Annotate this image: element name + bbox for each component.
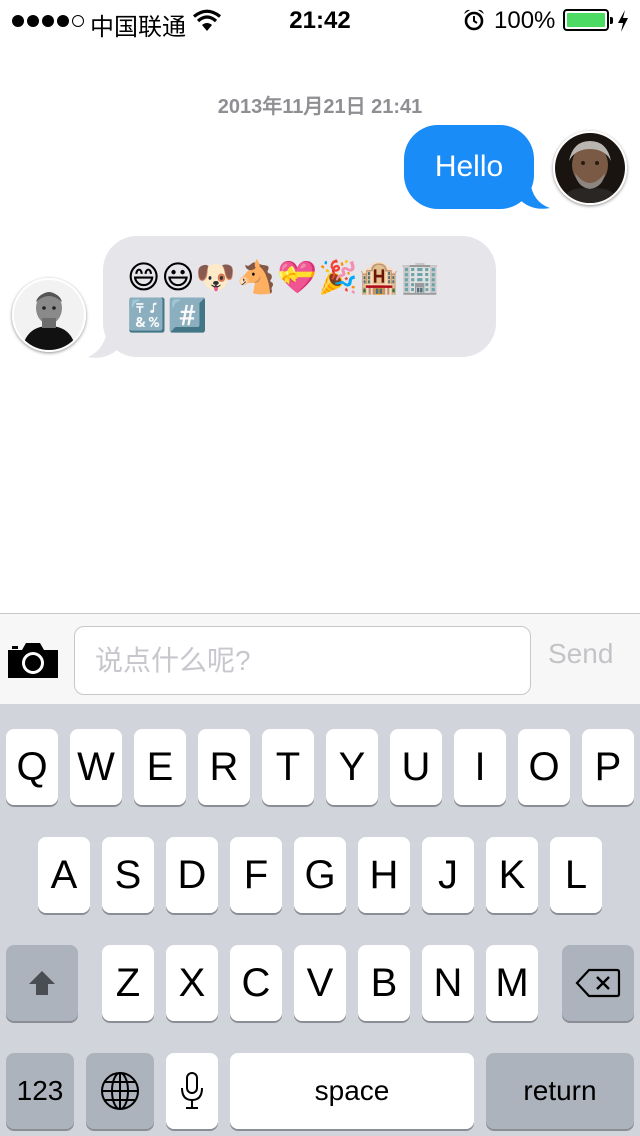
key-l[interactable]: L (550, 837, 602, 913)
key-i[interactable]: I (454, 729, 506, 805)
incoming-emoji-line-1: 😄😃🐶🐴💝🎉🏨🏢 (127, 258, 441, 296)
charging-icon (618, 10, 628, 32)
keyboard: Q W E R T Y U I O P A S D F G H J K L Z … (0, 704, 640, 1136)
key-m[interactable]: M (486, 945, 538, 1021)
key-k[interactable]: K (486, 837, 538, 913)
numbers-key[interactable]: 123 (6, 1053, 74, 1129)
microphone-icon (181, 1072, 203, 1109)
alarm-icon (464, 9, 484, 31)
key-o[interactable]: O (518, 729, 570, 805)
message-input-bar: 说点什么呢? Send (0, 613, 640, 704)
return-key[interactable]: return (486, 1053, 634, 1129)
shift-key[interactable] (6, 945, 78, 1021)
space-key[interactable]: space (230, 1053, 474, 1129)
key-w[interactable]: W (70, 729, 122, 805)
shift-icon (29, 971, 55, 995)
send-button[interactable]: Send (548, 638, 613, 670)
key-j[interactable]: J (422, 837, 474, 913)
key-g[interactable]: G (294, 837, 346, 913)
outgoing-message-text: Hello (434, 150, 504, 183)
key-u[interactable]: U (390, 729, 442, 805)
message-timestamp: 2013年11月21日 21:41 (217, 96, 423, 118)
outgoing-message-bubble[interactable]: Hello (404, 125, 534, 209)
key-t[interactable]: T (262, 729, 314, 805)
key-z[interactable]: Z (102, 945, 154, 1021)
key-h[interactable]: H (358, 837, 410, 913)
battery-percent: 100% (494, 7, 556, 34)
incoming-emoji-line-2: 🔣#️⃣ (127, 296, 209, 334)
dictation-key[interactable] (166, 1053, 218, 1129)
key-v[interactable]: V (294, 945, 346, 1021)
key-b[interactable]: B (358, 945, 410, 1021)
key-q[interactable]: Q (6, 729, 58, 805)
battery-icon (563, 9, 613, 31)
key-d[interactable]: D (166, 837, 218, 913)
key-a[interactable]: A (38, 837, 90, 913)
key-s[interactable]: S (102, 837, 154, 913)
key-n[interactable]: N (422, 945, 474, 1021)
key-p[interactable]: P (582, 729, 634, 805)
incoming-message-bubble[interactable]: 😄😃🐶🐴💝🎉🏨🏢 🔣#️⃣ (103, 236, 496, 357)
steve-jobs-avatar[interactable] (12, 278, 86, 352)
message-input[interactable]: 说点什么呢? (74, 626, 531, 695)
key-f[interactable]: F (230, 837, 282, 913)
key-e[interactable]: E (134, 729, 186, 805)
globe-icon (101, 1072, 139, 1110)
key-x[interactable]: X (166, 945, 218, 1021)
steve-wozniak-avatar[interactable] (553, 131, 627, 205)
key-y[interactable]: Y (326, 729, 378, 805)
key-c[interactable]: C (230, 945, 282, 1021)
globe-key[interactable] (86, 1053, 154, 1129)
backspace-key[interactable] (562, 945, 634, 1021)
status-bar: 中国联通 21:42 100% (0, 0, 640, 41)
camera-icon[interactable] (6, 640, 60, 680)
key-r[interactable]: R (198, 729, 250, 805)
backspace-icon (575, 968, 621, 998)
